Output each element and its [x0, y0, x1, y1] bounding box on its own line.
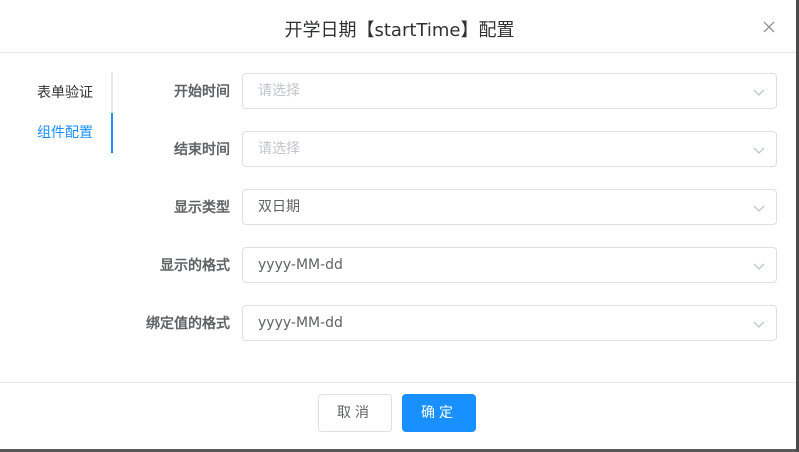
start-time-placeholder: 请选择 [258, 83, 300, 99]
chevron-down-icon [753, 147, 765, 154]
end-time-placeholder: 请选择 [258, 141, 300, 157]
start-time-select[interactable]: 请选择 [242, 73, 777, 109]
value-format-value: yyyy-MM-dd [258, 315, 343, 331]
dialog-title: 开学日期【startTime】配置 [284, 20, 515, 41]
end-time-label: 结束时间 [174, 142, 230, 158]
value-format-select[interactable]: yyyy-MM-dd [242, 305, 777, 341]
confirm-button[interactable]: 确定 [402, 394, 476, 432]
close-button[interactable] [758, 16, 780, 38]
value-format-label: 绑定值的格式 [146, 316, 230, 332]
display-type-value: 双日期 [258, 199, 300, 215]
dialog-footer: 取消 确定 [0, 382, 799, 449]
chevron-down-icon [753, 205, 765, 212]
start-time-label: 开始时间 [174, 84, 230, 100]
chevron-down-icon [753, 321, 765, 328]
display-type-label: 显示类型 [174, 200, 230, 216]
chevron-down-icon [753, 89, 765, 96]
config-dialog: 开学日期【startTime】配置 表单验证 组件配置 开始时间 请选择 结束时… [0, 0, 799, 449]
display-format-label: 显示的格式 [160, 258, 230, 274]
end-time-select[interactable]: 请选择 [242, 131, 777, 167]
chevron-down-icon [753, 263, 765, 270]
dialog-header: 开学日期【startTime】配置 [0, 0, 799, 53]
close-icon [763, 21, 775, 33]
display-format-select[interactable]: yyyy-MM-dd [242, 247, 777, 283]
display-format-value: yyyy-MM-dd [258, 257, 343, 273]
display-type-select[interactable]: 双日期 [242, 189, 777, 225]
cancel-button[interactable]: 取消 [318, 394, 392, 432]
